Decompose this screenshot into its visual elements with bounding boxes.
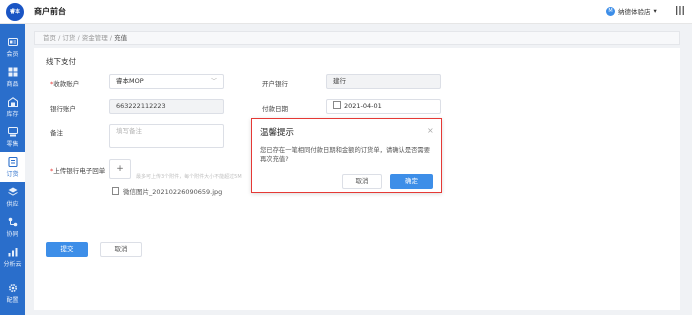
bank-account-label: 银行账户 <box>50 105 76 113</box>
duplicate-recharge-dialog: 温馨提示 × 您已存在一笔相同付款日期和金额的订货单，请确认是否需要再次充值? … <box>251 118 442 193</box>
sidebar-item-supply[interactable]: 供应 <box>0 182 25 212</box>
sidebar-item-retail[interactable]: 零售 <box>0 122 25 152</box>
warehouse-icon <box>7 97 18 107</box>
sidebar-item-label: 供应 <box>6 201 19 208</box>
breadcrumb: 首页 / 订货 / 资金管理 / 充值 <box>34 31 680 45</box>
sidebar-item-label: 零售 <box>6 141 19 148</box>
close-icon[interactable]: × <box>427 126 434 135</box>
top-header: 睿本 商户前台 M 纳德体验店 ▾ <box>0 0 692 24</box>
gear-icon <box>8 283 17 293</box>
sidebar-item-analytics[interactable]: 分析云 <box>0 242 25 272</box>
dialog-message: 您已存在一笔相同付款日期和金额的订货单，请确认是否需要再次充值? <box>260 147 431 163</box>
sidebar-item-label: 订货 <box>6 171 19 178</box>
bank-label: 开户银行 <box>262 80 288 88</box>
sidebar-item-label: 配置 <box>6 297 19 304</box>
cancel-button[interactable]: 取消 <box>100 242 142 257</box>
upload-label: *上传银行电子回单 <box>50 167 106 175</box>
pos-icon <box>7 127 18 137</box>
upload-button[interactable]: + <box>109 159 131 179</box>
sidebar-nav: 会员 商品 库存 零售 订货 供应 协同 分析云 配置 <box>0 24 25 315</box>
section-title: 线下支付 <box>46 57 76 66</box>
sidebar-item-inventory[interactable]: 库存 <box>0 92 25 122</box>
sidebar-item-label: 商品 <box>6 81 19 88</box>
user-name: 纳德体验店 <box>618 8 651 16</box>
collaboration-icon <box>8 217 17 227</box>
breadcrumb-separator: / <box>109 34 112 42</box>
dialog-title: 温馨提示 <box>260 128 295 138</box>
sidebar-item-goods[interactable]: 商品 <box>0 62 25 92</box>
breadcrumb-separator: / <box>58 34 61 42</box>
receiving-account-select[interactable]: 睿本MOP ﹀ <box>109 74 224 89</box>
remark-label: 备注 <box>50 129 63 137</box>
payment-date-picker[interactable]: 2021-04-01 <box>326 99 441 114</box>
upload-hint: 最多可上传3个附件，每个附件大小不能超过5M <box>136 174 242 180</box>
submit-button[interactable]: 提交 <box>46 242 88 257</box>
sidebar-item-collaboration[interactable]: 协同 <box>0 212 25 242</box>
order-icon <box>7 157 18 167</box>
sidebar-item-member[interactable]: 会员 <box>0 32 25 62</box>
remark-textarea[interactable]: 填写备注 <box>109 124 224 148</box>
chevron-down-icon: ﹀ <box>210 78 217 85</box>
dialog-cancel-button[interactable]: 取消 <box>342 174 382 189</box>
grid-icon <box>8 67 17 77</box>
bank-field: 建行 <box>326 74 441 89</box>
breadcrumb-separator: / <box>77 34 80 42</box>
uploaded-file[interactable]: 微信图片_20210226090659.jpg <box>112 186 222 196</box>
breadcrumb-item-home[interactable]: 首页 <box>43 34 56 42</box>
sidebar-item-label: 分析云 <box>3 261 22 268</box>
breadcrumb-item-order[interactable]: 订货 <box>62 34 75 42</box>
sidebar-item-label: 库存 <box>6 111 19 118</box>
chevron-down-icon: ▾ <box>653 7 657 15</box>
calendar-icon <box>333 101 341 109</box>
member-card-icon <box>7 38 18 46</box>
avatar: M <box>606 6 615 16</box>
receiving-account-label: *收款账户 <box>50 80 80 88</box>
sidebar-item-label: 协同 <box>6 231 19 238</box>
user-menu[interactable]: M 纳德体验店 ▾ <box>606 6 657 16</box>
breadcrumb-current: 充值 <box>114 34 128 42</box>
list-icon[interactable] <box>676 6 684 18</box>
bank-account-field: 663222112223 <box>109 99 224 114</box>
brand-logo: 睿本 <box>6 3 24 21</box>
sidebar-item-label: 会员 <box>6 51 19 58</box>
payment-date-label: 付款日期 <box>262 105 288 113</box>
layers-icon <box>7 187 18 196</box>
app-title: 商户前台 <box>34 7 66 16</box>
attachment-icon <box>112 187 119 195</box>
dialog-confirm-button[interactable]: 确定 <box>390 174 433 189</box>
breadcrumb-item-funds[interactable]: 资金管理 <box>82 34 108 42</box>
chart-icon <box>8 248 17 257</box>
sidebar-item-settings[interactable]: 配置 <box>0 278 25 308</box>
sidebar-item-order[interactable]: 订货 <box>0 152 25 182</box>
